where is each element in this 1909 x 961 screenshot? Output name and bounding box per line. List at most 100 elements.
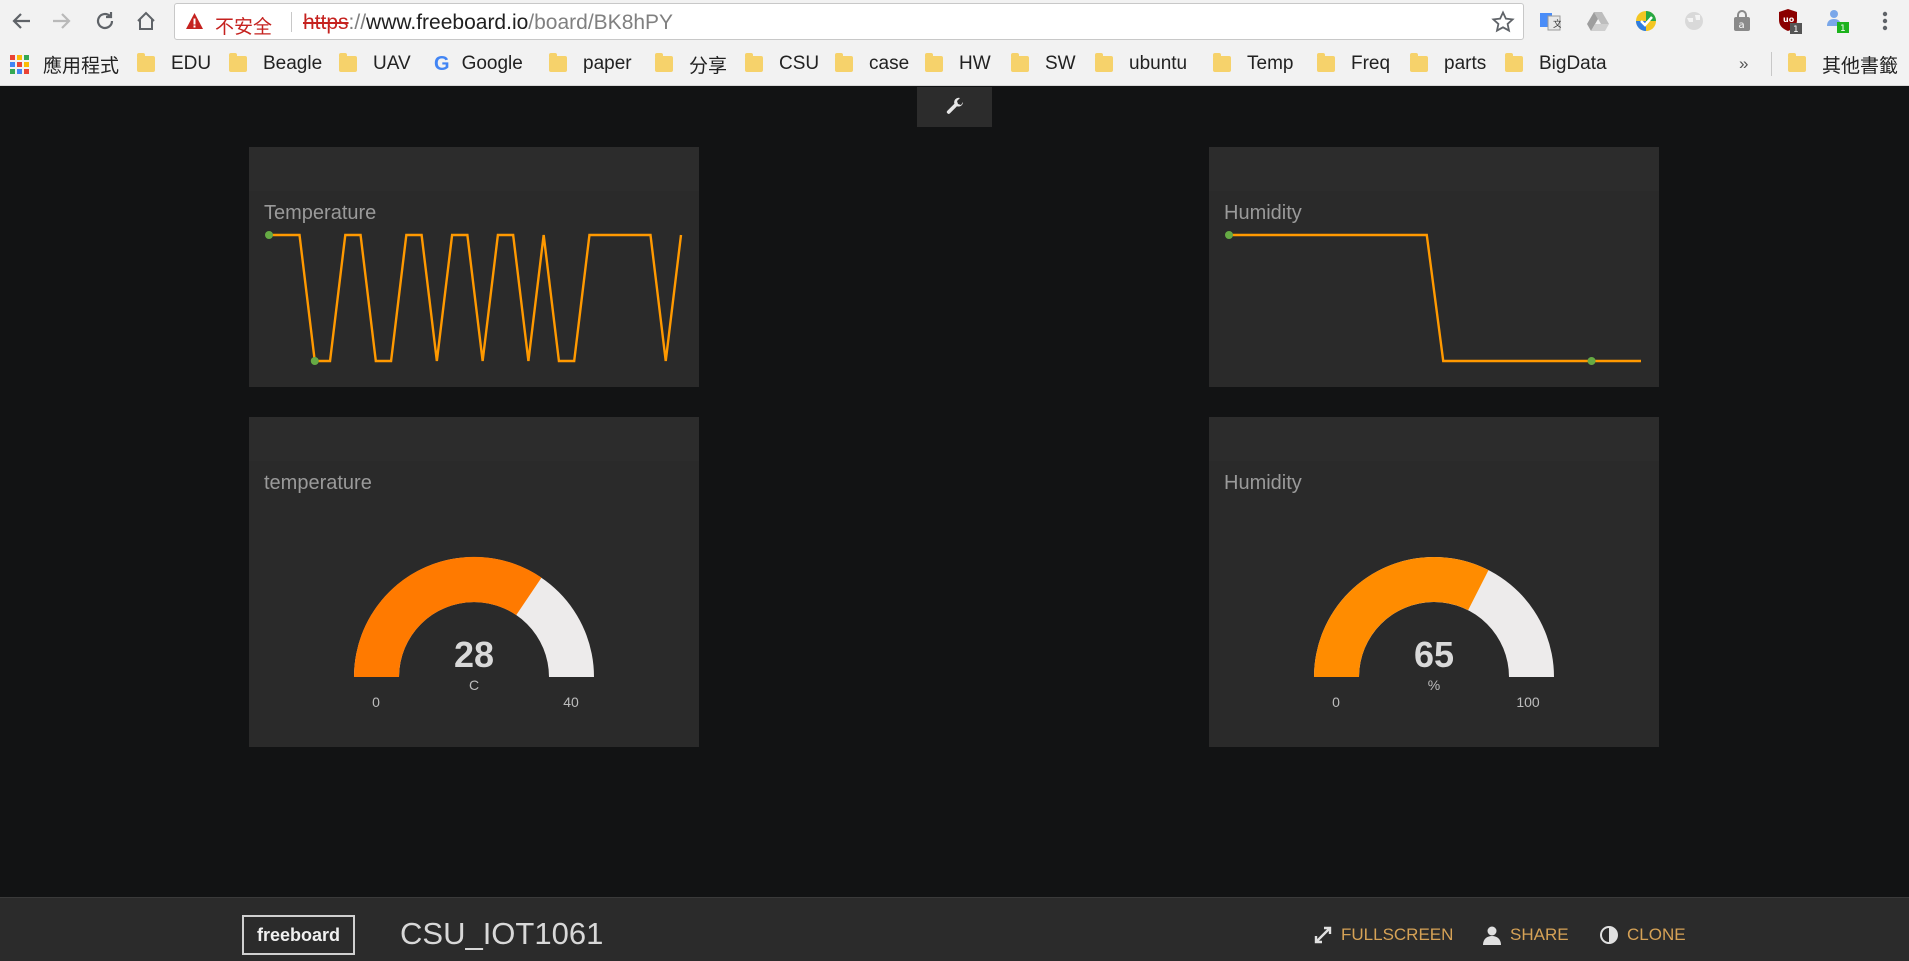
ublock-extension[interactable]: uo 1 bbox=[1777, 8, 1803, 34]
folder-icon bbox=[1788, 53, 1806, 72]
gauge-max: 100 bbox=[1516, 694, 1540, 710]
bookmark-item[interactable]: Temp bbox=[1213, 52, 1293, 76]
colorful-extension[interactable] bbox=[1633, 8, 1659, 34]
bookmark-item[interactable]: CSU bbox=[745, 52, 819, 76]
back-button[interactable] bbox=[6, 6, 36, 36]
check-shield-icon bbox=[1636, 11, 1656, 31]
bookmark-label: CSU bbox=[779, 53, 820, 74]
freeboard-board: Temperature Humidity temperature 28 C 0 … bbox=[0, 87, 1909, 897]
gauge-max: 40 bbox=[563, 694, 579, 710]
contrast-icon bbox=[1600, 926, 1618, 944]
gauge-min: 0 bbox=[1332, 694, 1340, 710]
pane-temperature-sparkline: Temperature bbox=[249, 147, 699, 387]
sparkline-series bbox=[1229, 233, 1641, 363]
address-bar[interactable]: 不安全 https://www.freeboard.io/board/BK8hP… bbox=[174, 3, 1524, 40]
bookmark-item[interactable]: 應用程式 bbox=[10, 52, 120, 77]
chrome-menu-button[interactable] bbox=[1872, 8, 1898, 34]
bookmark-item[interactable]: case bbox=[835, 52, 909, 76]
shopping-extension[interactable]: a bbox=[1729, 8, 1755, 34]
bookmark-item[interactable]: paper bbox=[549, 52, 632, 76]
bookmark-label: Beagle bbox=[263, 53, 323, 74]
share-button[interactable]: SHARE bbox=[1482, 925, 1569, 945]
omnibox-separator bbox=[291, 12, 292, 32]
clone-label: CLONE bbox=[1627, 925, 1686, 944]
bookmark-label: parts bbox=[1444, 53, 1487, 74]
folder-icon bbox=[1410, 53, 1428, 72]
humidity-gauge: 65 % 0 100 bbox=[1314, 557, 1554, 710]
bookmarks-overflow-button[interactable]: » bbox=[1739, 52, 1748, 76]
clone-button[interactable]: CLONE bbox=[1599, 925, 1686, 945]
bookmark-item[interactable]: BigData bbox=[1505, 52, 1607, 76]
url-host: www.freeboard.io bbox=[366, 11, 529, 34]
bookmarks-bar: » 其他書籤 應用程式 EDU Beagle UAV G Google paper 分享 CSU… bbox=[0, 42, 1909, 86]
pane-temperature-gauge: temperature 28 C 0 40 bbox=[249, 417, 699, 747]
globe-icon bbox=[1685, 12, 1703, 30]
kebab-menu-icon bbox=[1882, 11, 1888, 31]
reload-icon bbox=[96, 12, 114, 30]
widget-title: Humidity bbox=[1224, 472, 1302, 494]
board-title[interactable]: CSU_IOT1061 bbox=[400, 916, 603, 952]
bookmark-item[interactable]: HW bbox=[925, 52, 991, 76]
bookmark-item[interactable]: 分享 bbox=[655, 52, 727, 77]
gauge-value: 65 bbox=[1414, 634, 1454, 675]
pane-header bbox=[249, 417, 699, 462]
bookmark-label: paper bbox=[583, 53, 632, 74]
globe-extension[interactable] bbox=[1681, 8, 1707, 34]
folder-icon bbox=[339, 53, 357, 72]
bookmark-label: 應用程式 bbox=[43, 55, 120, 77]
pane-humidity-sparkline: Humidity bbox=[1209, 147, 1659, 387]
bookmark-label: Freq bbox=[1351, 53, 1391, 74]
sparkline-marker bbox=[310, 357, 319, 365]
pane-header bbox=[249, 147, 699, 192]
home-button[interactable] bbox=[131, 6, 161, 36]
ublock-shield-icon: uo1 bbox=[1779, 9, 1802, 34]
folder-icon bbox=[1213, 53, 1231, 72]
browser-toolbar: 不安全 https://www.freeboard.io/board/BK8hP… bbox=[0, 0, 1909, 42]
folder-icon bbox=[835, 53, 853, 72]
folder-icon bbox=[655, 53, 673, 72]
bookmark-item[interactable]: Beagle bbox=[229, 52, 322, 76]
apps-grid-icon bbox=[10, 54, 29, 74]
wrench-icon bbox=[946, 97, 963, 114]
board-tools-toggle[interactable] bbox=[917, 87, 992, 127]
bookmark-label: EDU bbox=[171, 53, 212, 74]
gauge-units: % bbox=[1428, 677, 1440, 693]
sparkline-series bbox=[269, 233, 683, 363]
bookmark-item[interactable]: parts bbox=[1410, 52, 1486, 76]
insecure-label: 不安全 bbox=[215, 17, 273, 38]
freeboard-logo[interactable]: freeboard bbox=[242, 915, 355, 955]
url-separator: :// bbox=[348, 11, 367, 34]
other-bookmarks[interactable]: 其他書籤 bbox=[1788, 52, 1898, 77]
bookmark-item[interactable]: ubuntu bbox=[1095, 52, 1187, 76]
translate-icon: 文 bbox=[1540, 13, 1561, 31]
folder-icon bbox=[745, 53, 763, 72]
account-extension[interactable]: 1 bbox=[1825, 8, 1851, 34]
forward-arrow-icon bbox=[53, 13, 71, 29]
bookmark-label: BigData bbox=[1539, 53, 1607, 74]
drive-extension[interactable] bbox=[1585, 8, 1611, 34]
gauge-min: 0 bbox=[372, 694, 380, 710]
home-icon bbox=[137, 11, 155, 30]
bookmark-item[interactable]: EDU bbox=[137, 52, 211, 76]
bookmark-label: UAV bbox=[373, 53, 411, 74]
bookmark-item[interactable]: Freq bbox=[1317, 52, 1390, 76]
gauge-fill bbox=[353, 556, 542, 677]
bookmark-item[interactable]: SW bbox=[1011, 52, 1076, 76]
pane-header bbox=[1209, 417, 1659, 462]
fullscreen-button[interactable]: FULLSCREEN bbox=[1313, 925, 1453, 945]
bookmark-label: case bbox=[869, 53, 910, 74]
bookmark-item[interactable]: G Google bbox=[434, 52, 523, 76]
reload-button[interactable] bbox=[90, 6, 120, 36]
bookmark-item[interactable]: UAV bbox=[339, 52, 411, 76]
humidity-sparkline bbox=[1225, 231, 1641, 365]
folder-icon bbox=[1317, 53, 1335, 72]
drive-icon bbox=[1587, 12, 1609, 31]
back-arrow-icon bbox=[12, 13, 30, 29]
translate-extension[interactable]: 文 bbox=[1537, 8, 1563, 34]
folder-icon bbox=[1095, 53, 1113, 72]
forward-button[interactable] bbox=[47, 6, 77, 36]
user-badge-icon: 1 bbox=[1827, 10, 1849, 34]
folder-icon bbox=[137, 53, 155, 72]
share-label: SHARE bbox=[1510, 925, 1569, 944]
bookmark-star-icon[interactable] bbox=[1491, 10, 1515, 34]
